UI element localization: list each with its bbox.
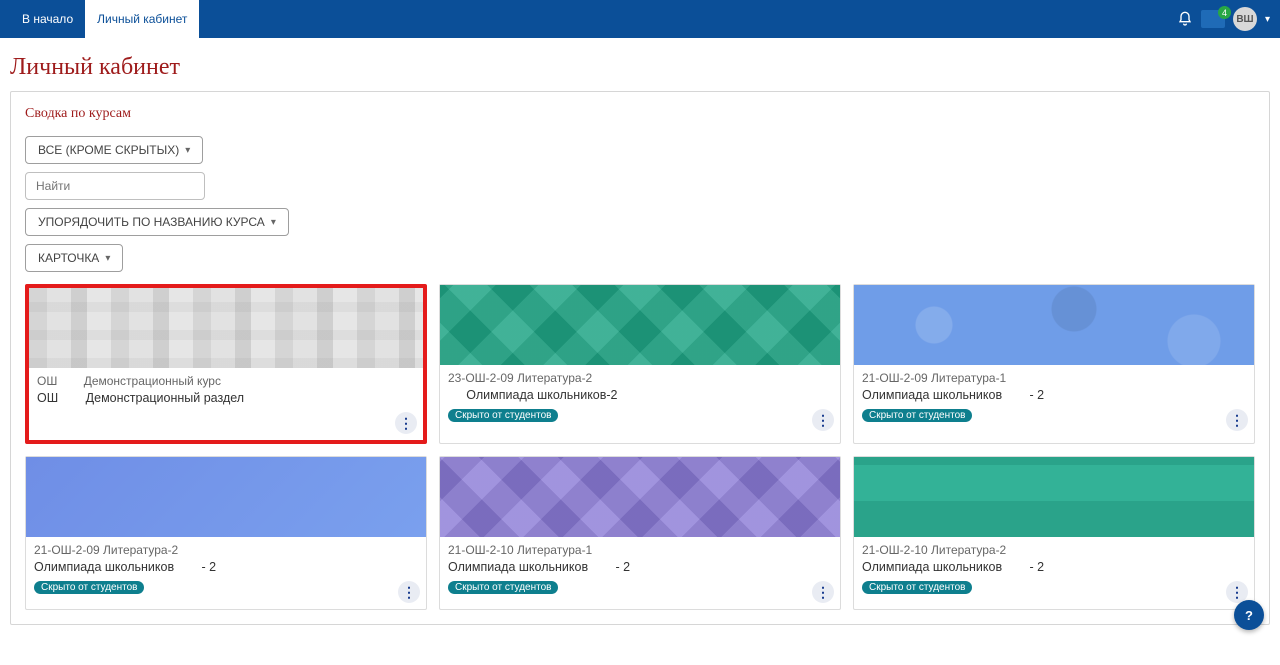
topbar-left: В начало Личный кабинет — [10, 0, 199, 38]
course-category: 21-ОШ-2-10 Литература-2 — [862, 543, 1246, 557]
sort-dropdown[interactable]: УПОРЯДОЧИТЬ ПО НАЗВАНИЮ КУРСА ▾ — [25, 208, 289, 236]
page-title: Личный кабинет — [10, 54, 1270, 81]
hidden-badge: Скрыто от студентов — [862, 409, 972, 422]
course-grid: ОШ⠀⠀⠀Демонстрационный курс ОШ⠀⠀⠀Демонстра… — [25, 284, 1255, 610]
course-more-button[interactable]: ⋮ — [812, 409, 834, 431]
filter-dropdown[interactable]: ВСЕ (КРОМЕ СКРЫТЫХ) ▾ — [25, 136, 203, 164]
course-more-button[interactable]: ⋮ — [812, 581, 834, 603]
search-input[interactable] — [25, 172, 205, 200]
nav-dashboard[interactable]: Личный кабинет — [85, 0, 199, 38]
course-card[interactable]: 21-ОШ-2-10 Литература-1 Олимпиада школьни… — [439, 456, 841, 610]
course-category: 21-ОШ-2-09 Литература-2 — [34, 543, 418, 557]
course-card[interactable]: 21-ОШ-2-09 Литература-2 Олимпиада школьни… — [25, 456, 427, 610]
messages-badge: 4 — [1218, 6, 1231, 19]
help-button[interactable]: ? — [1234, 600, 1264, 630]
course-card[interactable]: 21-ОШ-2-09 Литература-1 Олимпиада школьни… — [853, 284, 1255, 444]
nav-home[interactable]: В начало — [10, 0, 85, 38]
course-hero — [29, 288, 423, 368]
panel-title: Сводка по курсам — [25, 106, 1255, 122]
course-body: 21-ОШ-2-10 Литература-2 Олимпиада школьни… — [854, 537, 1254, 609]
course-name: Олимпиада школьников⠀⠀⠀- 2 — [448, 559, 832, 574]
course-hero — [440, 457, 840, 537]
course-card[interactable]: 21-ОШ-2-10 Литература-2 Олимпиада школьни… — [853, 456, 1255, 610]
chevron-down-icon: ▾ — [271, 217, 276, 228]
course-body: 21-ОШ-2-10 Литература-1 Олимпиада школьни… — [440, 537, 840, 609]
course-overview-panel: Сводка по курсам ВСЕ (КРОМЕ СКРЫТЫХ) ▾ У… — [10, 91, 1270, 625]
course-more-button[interactable]: ⋮ — [398, 581, 420, 603]
user-menu-chevron-icon[interactable]: ▾ — [1265, 14, 1270, 25]
course-name: Олимпиада школьников⠀⠀⠀- 2 — [34, 559, 418, 574]
hidden-badge: Скрыто от студентов — [34, 581, 144, 594]
messages-icon[interactable]: 4 — [1201, 10, 1225, 28]
hidden-badge: Скрыто от студентов — [862, 581, 972, 594]
course-body: 21-ОШ-2-09 Литература-2 Олимпиада школьни… — [26, 537, 426, 609]
course-more-button[interactable]: ⋮ — [1226, 409, 1248, 431]
course-body: ОШ⠀⠀⠀Демонстрационный курс ОШ⠀⠀⠀Демонстра… — [29, 368, 423, 440]
course-hero — [854, 285, 1254, 365]
avatar[interactable]: ВШ — [1233, 7, 1257, 31]
chevron-down-icon: ▾ — [105, 253, 110, 264]
notifications-icon[interactable] — [1177, 11, 1193, 27]
course-hero — [440, 285, 840, 365]
course-name: Олимпиада школьников⠀⠀⠀- 2 — [862, 387, 1246, 402]
filter-label: ВСЕ (КРОМЕ СКРЫТЫХ) — [38, 143, 179, 157]
page: Личный кабинет Сводка по курсам ВСЕ (КРО… — [0, 38, 1280, 665]
course-category: 21-ОШ-2-10 Литература-1 — [448, 543, 832, 557]
hidden-badge: Скрыто от студентов — [448, 581, 558, 594]
course-name: Олимпиада школьников⠀⠀⠀- 2 — [862, 559, 1246, 574]
chevron-down-icon: ▾ — [185, 145, 190, 156]
course-body: 21-ОШ-2-09 Литература-1 Олимпиада школьни… — [854, 365, 1254, 437]
sort-label: УПОРЯДОЧИТЬ ПО НАЗВАНИЮ КУРСА — [38, 215, 265, 229]
course-card[interactable]: ОШ⠀⠀⠀Демонстрационный курс ОШ⠀⠀⠀Демонстра… — [25, 284, 427, 444]
course-name: ОШ⠀⠀⠀Демонстрационный раздел — [37, 390, 415, 405]
course-hero — [854, 457, 1254, 537]
course-category: 23-ОШ-2-09 Литература-2 — [448, 371, 832, 385]
topbar-right: 4 ВШ ▾ — [1177, 7, 1270, 31]
course-hero — [26, 457, 426, 537]
course-card[interactable]: 23-ОШ-2-09 Литература-2 ⠀⠀Олимпиада школь… — [439, 284, 841, 444]
hidden-badge: Скрыто от студентов — [448, 409, 558, 422]
view-label: КАРТОЧКА — [38, 251, 99, 265]
view-dropdown[interactable]: КАРТОЧКА ▾ — [25, 244, 123, 272]
course-category: 21-ОШ-2-09 Литература-1 — [862, 371, 1246, 385]
course-category: ОШ⠀⠀⠀Демонстрационный курс — [37, 374, 415, 388]
course-more-button[interactable]: ⋮ — [395, 412, 417, 434]
course-name: ⠀⠀Олимпиада школьников-2 — [448, 387, 832, 402]
topbar: В начало Личный кабинет 4 ВШ ▾ — [0, 0, 1280, 38]
course-body: 23-ОШ-2-09 Литература-2 ⠀⠀Олимпиада школь… — [440, 365, 840, 437]
